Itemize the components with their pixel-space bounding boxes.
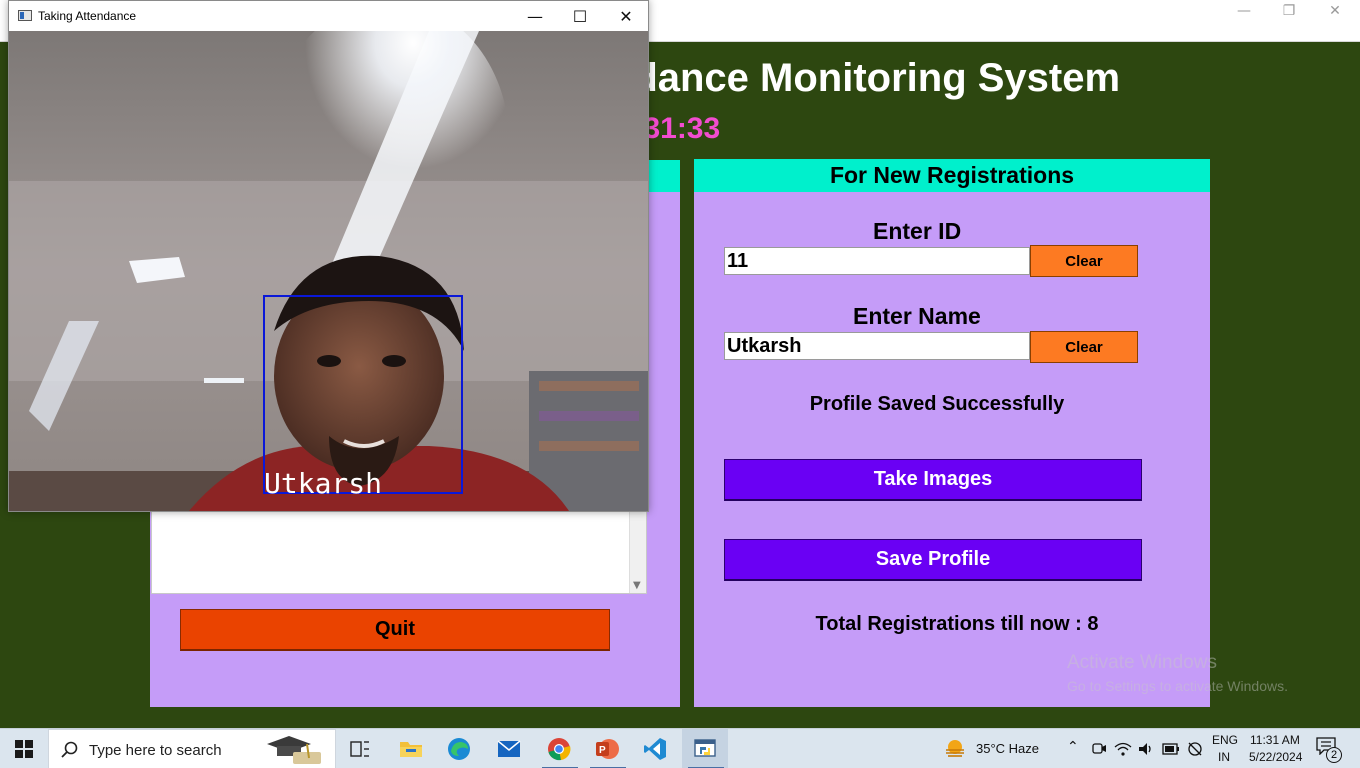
restore-button[interactable]: ❐	[1266, 0, 1312, 22]
taskbar-time[interactable]: 11:31 AM	[1250, 733, 1300, 747]
notification-center-button[interactable]: 2	[1316, 737, 1344, 763]
task-view-icon	[350, 741, 369, 757]
scroll-down-icon[interactable]: ▼	[633, 580, 641, 591]
activate-windows-subtitle: Go to Settings to activate Windows.	[1067, 678, 1288, 694]
powerpoint-icon: P	[596, 739, 619, 759]
folder-icon	[400, 742, 422, 757]
mail-button[interactable]	[486, 729, 532, 768]
clear-name-button[interactable]: Clear	[1030, 331, 1138, 363]
windows-logo-icon	[15, 740, 33, 758]
camera-feed: Utkarsh	[9, 31, 648, 511]
language-code[interactable]: ENG	[1212, 733, 1238, 747]
taskbar: Type here to search P 35°C Haze ⌃ ENG IN…	[0, 728, 1360, 768]
language-region[interactable]: IN	[1218, 750, 1230, 764]
minimize-button[interactable]: —	[1221, 0, 1267, 22]
python-button[interactable]	[682, 729, 728, 768]
activate-windows-watermark: Activate Windows Go to Settings to activ…	[1067, 652, 1288, 694]
file-explorer-button[interactable]	[388, 729, 434, 768]
graduation-cap-icon	[267, 736, 321, 764]
powerpoint-button[interactable]: P	[584, 729, 630, 768]
camera-maximize-button[interactable]: ☐	[557, 1, 603, 31]
registration-panel: For New Registrations Enter ID Clear Ent…	[694, 159, 1210, 707]
registration-header: For New Registrations	[694, 159, 1210, 192]
svg-text:P: P	[599, 745, 606, 756]
face-detection-box	[263, 295, 463, 494]
chevron-up-icon[interactable]: ⌃	[1067, 739, 1079, 755]
search-icon	[61, 741, 78, 758]
taskbar-date[interactable]: 5/22/2024	[1249, 750, 1302, 764]
camera-titlebar[interactable]: Taking Attendance — ☐ ✕	[9, 1, 648, 31]
take-images-button[interactable]: Take Images	[724, 459, 1142, 501]
chrome-icon	[548, 738, 571, 761]
close-button[interactable]: ✕	[1312, 0, 1358, 22]
notification-count-badge: 2	[1326, 747, 1342, 763]
total-registrations: Total Registrations till now : 8	[815, 613, 1099, 635]
volume-icon[interactable]	[1138, 741, 1154, 757]
meet-now-icon[interactable]	[1091, 741, 1107, 757]
start-button[interactable]	[0, 729, 48, 768]
camera-window[interactable]: Taking Attendance — ☐ ✕ Utkarsh	[8, 0, 649, 512]
clear-id-button[interactable]: Clear	[1030, 245, 1138, 277]
search-placeholder: Type here to search	[89, 742, 222, 759]
vscode-icon	[644, 738, 666, 760]
activate-windows-title: Activate Windows	[1067, 652, 1217, 673]
vscode-button[interactable]	[632, 729, 678, 768]
id-label: Enter ID	[873, 218, 962, 244]
mail-icon	[497, 740, 521, 757]
camera-minimize-button[interactable]: —	[512, 1, 558, 31]
chrome-button[interactable]	[536, 729, 582, 768]
taskbar-search[interactable]: Type here to search	[48, 729, 336, 768]
name-input[interactable]	[724, 332, 1030, 360]
battery-icon[interactable]	[1162, 742, 1180, 756]
camera-close-button[interactable]: ✕	[603, 1, 649, 31]
quit-button[interactable]: Quit	[180, 609, 610, 651]
network-offline-icon[interactable]	[1186, 741, 1204, 757]
wifi-icon[interactable]	[1114, 741, 1132, 757]
weather-haze-icon[interactable]	[944, 738, 966, 760]
python-window-icon	[694, 739, 716, 757]
save-profile-button[interactable]: Save Profile	[724, 539, 1142, 581]
window-app-icon	[18, 10, 32, 21]
name-label: Enter Name	[853, 303, 981, 329]
edge-button[interactable]	[436, 729, 482, 768]
weather-text[interactable]: 35°C Haze	[976, 741, 1039, 756]
task-view-button[interactable]	[340, 729, 380, 768]
id-input[interactable]	[724, 247, 1030, 275]
status-message: Profile Saved Successfully	[809, 393, 1065, 415]
face-name-label: Utkarsh	[264, 467, 383, 500]
camera-window-title: Taking Attendance	[38, 9, 137, 23]
edge-browser-icon	[448, 738, 470, 760]
